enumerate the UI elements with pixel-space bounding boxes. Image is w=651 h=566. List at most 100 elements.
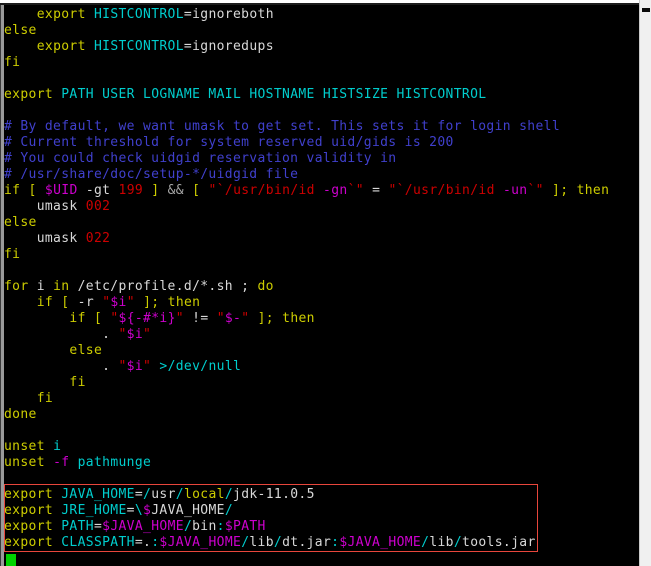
code-token: $UID	[44, 183, 78, 198]
code-token: usr	[151, 487, 176, 502]
code-token: JRE_HOME	[61, 503, 127, 518]
code-token: $JAVA_HOME	[159, 535, 242, 550]
code-token: export	[4, 487, 54, 502]
code-token: [	[93, 311, 103, 326]
code-token: pathmunge	[77, 455, 152, 470]
terminal-line: . "$i"	[4, 327, 151, 342]
code-token: bin	[192, 519, 217, 534]
code-token: if	[36, 295, 54, 310]
code-token: /	[224, 487, 234, 502]
code-token: fi	[4, 55, 21, 70]
terminal-screen[interactable]: export HISTCONTROL=ignoreboth else expor…	[4, 5, 639, 566]
terminal-line: unset -f pathmunge	[4, 455, 151, 470]
terminal-line: else	[4, 215, 37, 230]
code-token: "	[216, 311, 225, 326]
terminal-window[interactable]: export HISTCONTROL=ignoreboth else expor…	[0, 0, 651, 566]
code-token: /etc/profile.d/*.sh ;	[69, 279, 258, 294]
code-token: jdk-11.0.5	[233, 487, 315, 502]
code-token: $JAVA_HOME	[339, 535, 422, 550]
terminal-line: umask 002	[4, 199, 110, 214]
code-token: 002	[85, 199, 111, 214]
code-token: export	[4, 535, 54, 550]
code-token: -f	[53, 455, 70, 470]
code-token: # Current threshold for system reserved …	[4, 135, 454, 150]
terminal-line: # You could check uidgid reservation val…	[4, 151, 396, 166]
code-token: # By default, we want umask to get set. …	[4, 119, 561, 134]
code-token: export	[36, 39, 86, 54]
code-token: /	[273, 535, 283, 550]
code-token: /	[183, 519, 193, 534]
terminal-line: done	[4, 407, 37, 422]
terminal-line: for i in /etc/profile.d/*.sh ; do	[4, 279, 274, 294]
code-token: lib	[429, 535, 454, 550]
code-token: \	[134, 503, 144, 518]
terminal-line: fi	[4, 375, 86, 390]
code-token: then	[576, 183, 610, 198]
scrollbar-thumb[interactable]	[642, 8, 650, 12]
code-token: $PATH	[224, 519, 266, 534]
code-token: lib	[249, 535, 274, 550]
code-token: # /usr/share/doc/setup-*/uidgid file	[4, 167, 299, 182]
vertical-scrollbar[interactable]	[639, 0, 651, 566]
code-token: umask	[4, 199, 86, 214]
code-token: export	[36, 7, 86, 22]
terminal-line: if [ $UID -gt 199 ] && [ "`/usr/bin/id -…	[4, 183, 609, 198]
terminal-line: else	[4, 343, 102, 358]
terminal-line: export HISTCONTROL=ignoreboth	[4, 7, 274, 22]
code-token: "	[143, 359, 152, 374]
code-token: tools.jar	[462, 535, 536, 550]
code-token: $JAVA_HOME	[102, 519, 184, 534]
code-token: &&	[167, 183, 184, 198]
code-token: if	[4, 183, 21, 198]
code-token: if	[69, 311, 86, 326]
terminal-line: export CLASSPATH=.:$JAVA_HOME/lib/dt.jar…	[4, 535, 536, 550]
terminal-line: export PATH USER LOGNAME MAIL HOSTNAME H…	[4, 87, 486, 102]
code-token: dt.jar	[282, 535, 332, 550]
code-token: .	[143, 535, 152, 550]
code-token: ];	[143, 295, 160, 310]
code-token: for	[4, 279, 29, 294]
code-token: local	[183, 487, 225, 502]
code-token: done	[4, 407, 37, 422]
code-token: export	[4, 87, 54, 102]
terminal-text-buffer: export HISTCONTROL=ignoreboth else expor…	[4, 7, 609, 551]
terminal-line: # Current threshold for system reserved …	[4, 135, 454, 150]
code-token: =	[126, 503, 135, 518]
terminal-line: # /usr/share/doc/setup-*/uidgid file	[4, 167, 298, 182]
terminal-line: if [ -r "$i" ]; then	[4, 295, 200, 310]
code-token: CLASSPATH	[61, 535, 135, 550]
code-token: JAVA_HOME	[151, 503, 225, 518]
code-token: PATH USER LOGNAME MAIL HOSTNAME HISTSIZE…	[61, 87, 487, 102]
code-token: 199	[118, 183, 144, 198]
code-token: "	[110, 311, 119, 326]
code-token: $i	[110, 295, 127, 310]
code-token: then	[282, 311, 315, 326]
code-token: $i	[126, 327, 144, 342]
code-token: in	[53, 279, 70, 294]
code-token: /	[175, 487, 184, 502]
code-token: ];	[257, 311, 274, 326]
code-token: # You could check uidgid reservation val…	[4, 151, 397, 166]
code-token: -gt	[77, 183, 119, 198]
code-token: `"	[347, 183, 364, 198]
code-token: $i	[126, 359, 144, 374]
code-token: -gn	[323, 183, 348, 198]
code-token: unset	[4, 455, 45, 470]
